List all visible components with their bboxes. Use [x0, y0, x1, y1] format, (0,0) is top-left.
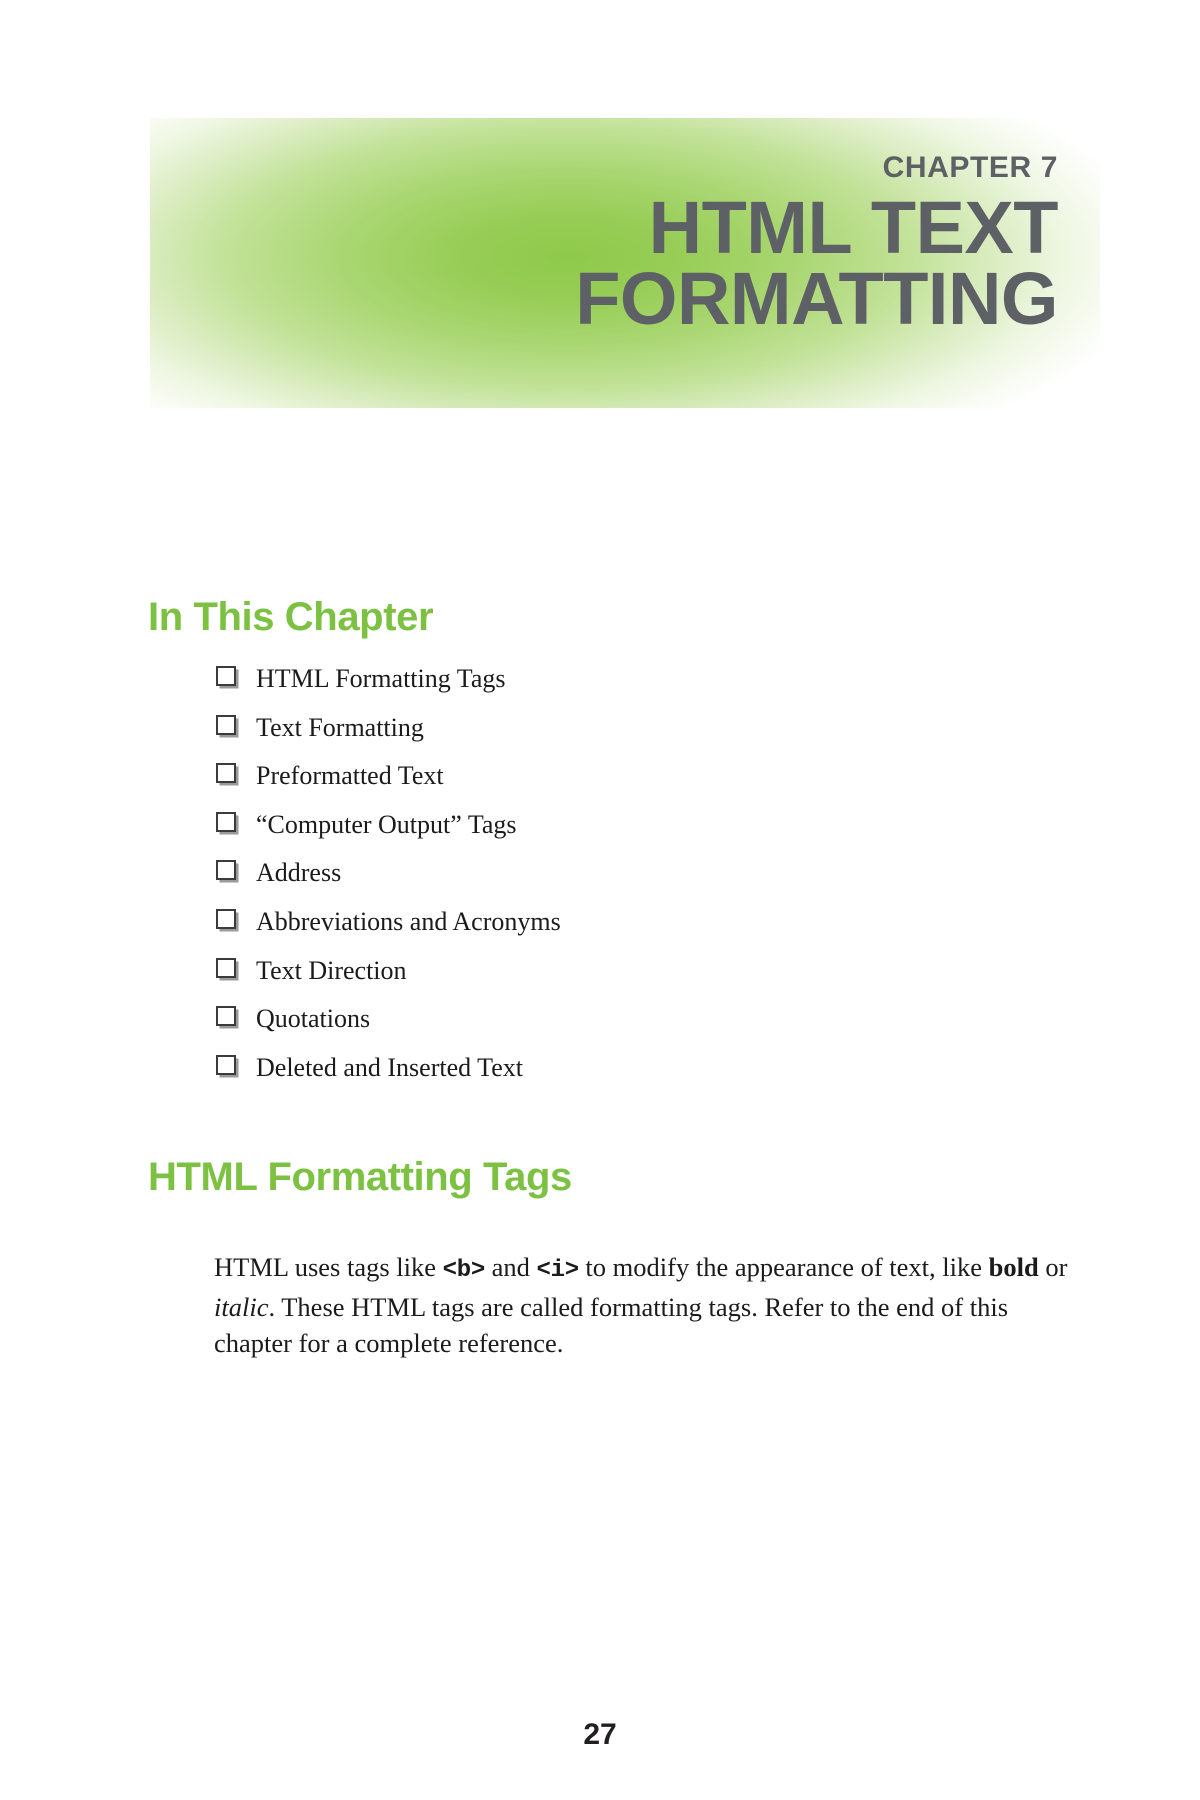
- list-item: Address: [216, 860, 916, 909]
- square-bullet-icon: [216, 1006, 236, 1027]
- page-number: 27: [583, 1718, 617, 1751]
- inline-code-b-tag: <b>: [442, 1256, 486, 1284]
- paragraph-text-part: and: [484, 1251, 537, 1282]
- list-item-label: HTML Formatting Tags: [256, 664, 506, 693]
- section-heading-in-this-chapter: In This Chapter: [148, 595, 434, 639]
- chapter-title: HTML TEXT FORMATTING: [575, 185, 1058, 341]
- banner-content: CHAPTER 7 HTML TEXT FORMATTING: [150, 118, 1100, 408]
- chapter-number-label: CHAPTER 7: [882, 151, 1058, 184]
- list-item-label: Deleted and Inserted Text: [256, 1052, 523, 1082]
- list-item: Deleted and Inserted Text: [216, 1052, 916, 1104]
- list-item: HTML Formatting Tags: [216, 666, 916, 715]
- list-item: Preformatted Text: [216, 763, 916, 812]
- square-bullet-icon: [216, 957, 236, 978]
- paragraph-text-part: or: [1038, 1251, 1068, 1282]
- inline-code-i-tag: <i>: [536, 1256, 579, 1284]
- list-item: Quotations: [216, 1006, 916, 1055]
- paragraph-text-part: HTML uses tags like: [214, 1251, 443, 1282]
- list-item-label: Abbreviations and Acronyms: [256, 906, 561, 936]
- chapter-banner: CHAPTER 7 HTML TEXT FORMATTING: [150, 118, 1100, 408]
- square-bullet-icon: [216, 860, 236, 881]
- body-paragraph: HTML uses tags like <b> and <i> to modif…: [214, 1249, 1090, 1361]
- list-item-label: Preformatted Text: [256, 761, 444, 791]
- paragraph-text-part: to modify the appearance of text, like: [578, 1251, 989, 1282]
- list-item: “Computer Output” Tags: [216, 809, 916, 861]
- square-bullet-icon: [216, 1054, 236, 1075]
- chapter-contents-list: HTML Formatting Tags Text Formatting Pre…: [216, 666, 916, 1103]
- list-item: Text Formatting: [216, 712, 916, 764]
- list-item-label: Address: [256, 858, 342, 888]
- italic-emphasis-word: italic: [214, 1291, 269, 1322]
- square-bullet-icon: [216, 714, 236, 735]
- paragraph-text-part: . These HTML tags are called formatting …: [214, 1291, 1009, 1358]
- section-heading-html-formatting-tags: HTML Formatting Tags: [148, 1155, 572, 1199]
- bold-emphasis-word: bold: [988, 1251, 1039, 1282]
- square-bullet-icon: [216, 811, 236, 832]
- list-item: Abbreviations and Acronyms: [216, 906, 916, 958]
- list-item: Text Direction: [216, 955, 916, 1007]
- square-bullet-icon: [216, 908, 236, 929]
- document-page: CHAPTER 7 HTML TEXT FORMATTING In This C…: [0, 0, 1200, 1800]
- list-item-label: “Computer Output” Tags: [256, 809, 517, 839]
- square-bullet-icon: [216, 763, 236, 784]
- list-item-label: Text Formatting: [256, 712, 424, 742]
- square-bullet-icon: [216, 666, 236, 686]
- list-item-label: Quotations: [256, 1004, 371, 1034]
- list-item-label: Text Direction: [256, 955, 407, 985]
